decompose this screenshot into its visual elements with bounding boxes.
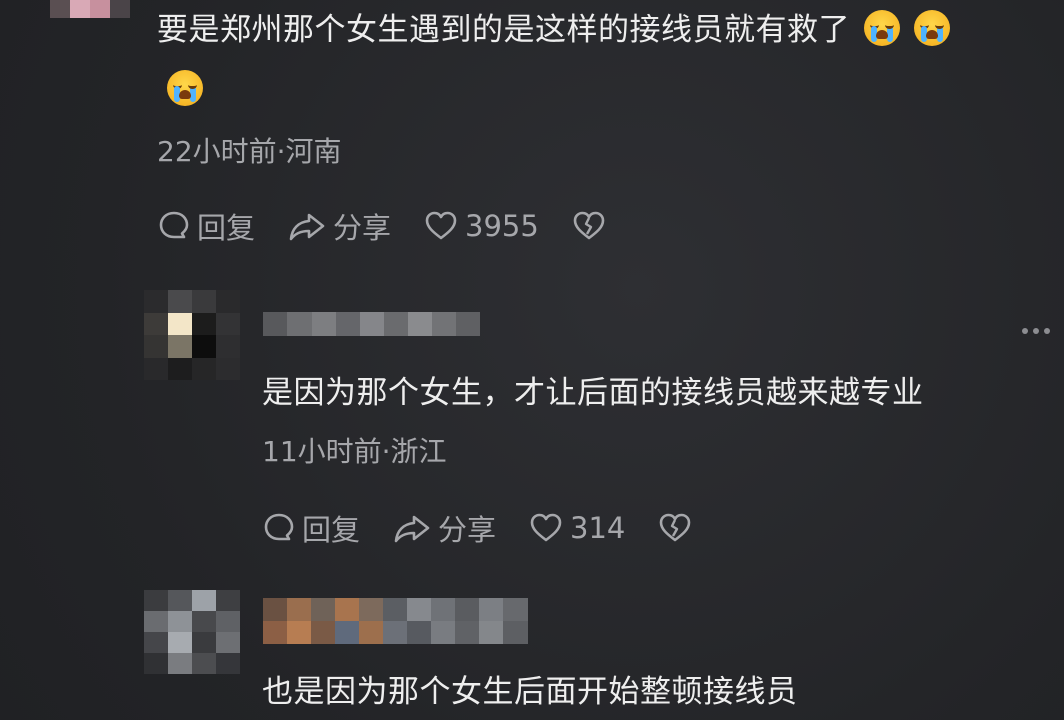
share-button[interactable]: 分享: [287, 205, 391, 247]
comment-thread: 要是郑州那个女生遇到的是这样的接线员就有救了 22小时前·河南 回复 分享 39…: [0, 0, 1064, 720]
avatar[interactable]: [144, 590, 240, 674]
comment-actions: 回复 分享 3955: [157, 205, 645, 247]
share-arrow-icon: [289, 213, 325, 241]
comment-bubble-icon: [159, 211, 189, 239]
broken-heart-icon: [573, 211, 605, 240]
comment-body: 也是因为那个女生后面开始整顿接线员: [262, 674, 798, 710]
like-button[interactable]: 314: [528, 511, 625, 545]
reply-button[interactable]: 回复: [157, 205, 255, 247]
dislike-button[interactable]: [657, 511, 699, 545]
comment-text: 要是郑州那个女生遇到的是这样的接线员就有救了: [157, 10, 950, 50]
username-blurred[interactable]: [263, 312, 480, 336]
like-count: 3955: [465, 209, 539, 243]
comment-meta: 11小时前·浙江: [262, 435, 447, 468]
broken-heart-icon: [660, 513, 691, 542]
crying-face-emoji-icon: [167, 70, 203, 106]
comment-body: 要是郑州那个女生遇到的是这样的接线员就有救了: [157, 12, 850, 48]
heart-icon: [425, 211, 457, 240]
share-arrow-icon: [394, 515, 430, 543]
comment-meta: 22小时前·河南: [157, 135, 342, 168]
share-label: 分享: [333, 211, 392, 245]
avatar[interactable]: [50, 0, 130, 18]
like-button[interactable]: 3955: [423, 209, 539, 243]
more-dots-icon[interactable]: [1022, 328, 1050, 334]
avatar[interactable]: [144, 290, 240, 380]
comment-actions: 回复 分享 314: [262, 507, 731, 549]
reply-label: 回复: [302, 513, 361, 547]
comment-body: 是因为那个女生，才让后面的接线员越来越专业: [262, 375, 924, 411]
crying-face-emoji-icon: [914, 10, 950, 46]
dislike-button[interactable]: [571, 209, 613, 243]
share-label: 分享: [438, 513, 497, 547]
heart-icon: [530, 513, 562, 542]
like-count: 314: [570, 511, 626, 545]
comment-bubble-icon: [264, 513, 294, 541]
username-blurred[interactable]: [263, 598, 528, 644]
crying-face-emoji-icon: [864, 10, 900, 46]
comment-emoji-line: [157, 70, 203, 106]
share-button[interactable]: 分享: [392, 507, 496, 549]
reply-label: 回复: [197, 211, 256, 245]
reply-button[interactable]: 回复: [262, 507, 360, 549]
